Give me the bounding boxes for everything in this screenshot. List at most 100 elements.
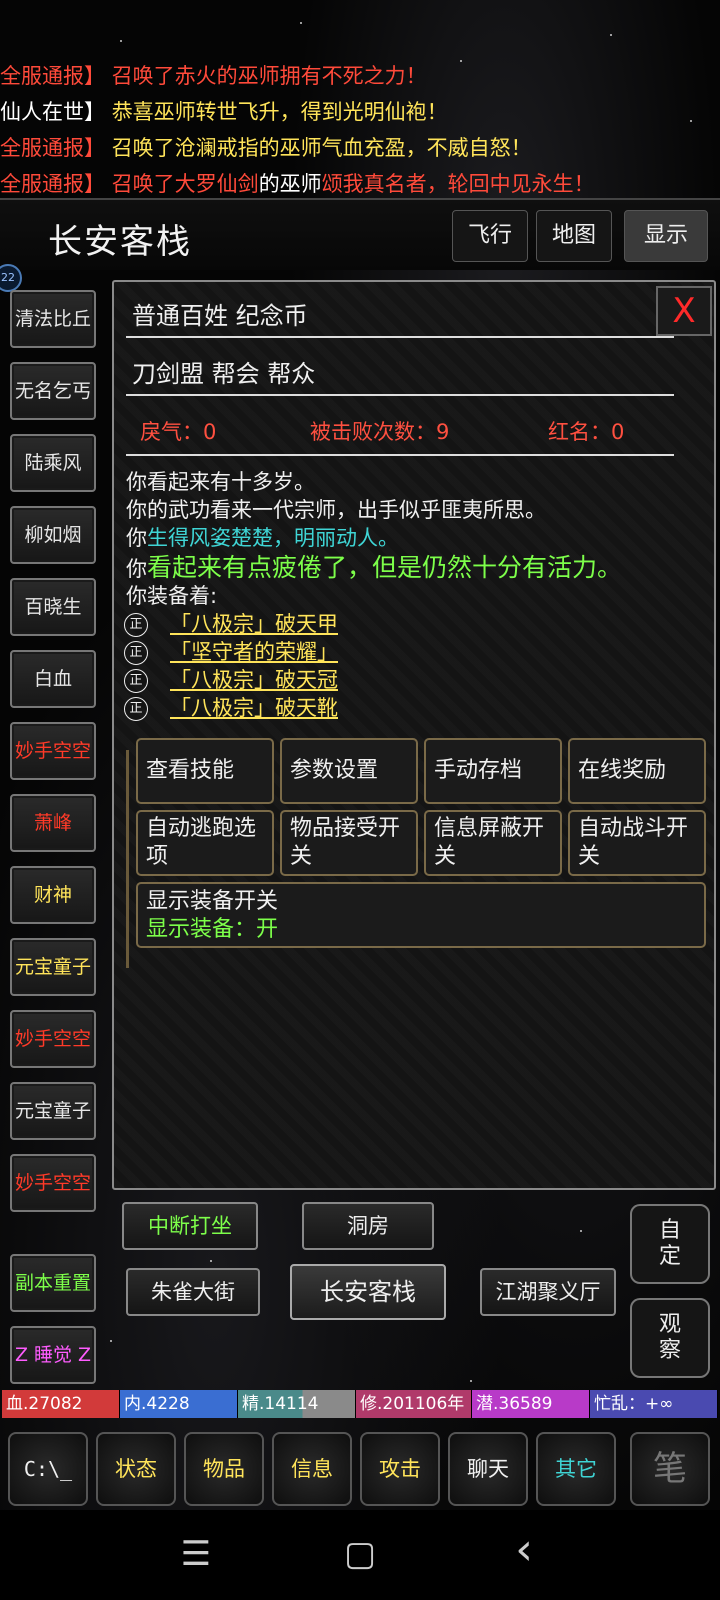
equipment-name[interactable]: 「八极宗」破天靴 — [170, 696, 338, 720]
npc-item[interactable]: 萧峰 — [10, 794, 96, 852]
npc-item[interactable]: 妙手空空 — [10, 1010, 96, 1068]
reset-dungeon-button[interactable]: 副本重置 — [10, 1254, 96, 1312]
item-accept-toggle-button[interactable]: 物品接受开关 — [280, 810, 418, 876]
notice-text: 召唤了大罗仙剑 — [111, 172, 259, 196]
notice-text: 召唤了沧澜戒指的巫师气血充盈，不威自怒！ — [111, 136, 532, 160]
custom-button[interactable]: 自定 — [630, 1204, 710, 1284]
appearance-text: 生得风姿楚楚，明丽动人。 — [147, 526, 399, 550]
npc-item[interactable]: 柳如烟 — [10, 506, 96, 564]
mp-stat: 内.4228 — [120, 1390, 238, 1418]
view-skills-button[interactable]: 查看技能 — [136, 738, 274, 804]
defeat-count-stat: 被击败次数：9 — [310, 420, 450, 444]
bottom-menu: C:\_ 状态 物品 信息 攻击 聊天 其它 笔 — [0, 1428, 720, 1510]
npc-item[interactable]: 清法比丘 — [10, 290, 96, 348]
desc-prefix: 你 — [126, 526, 147, 550]
guild-info: 刀剑盟 帮会 帮众 — [132, 360, 316, 388]
equipment-label: 你装备着: — [126, 584, 218, 608]
exit-west-button[interactable]: 朱雀大街 — [126, 1268, 260, 1316]
broadcast-notices: 全服通报】 召唤了赤火的巫师拥有不死之力！ 仙人在世】 恭喜巫师转世飞升，得到光… — [0, 58, 720, 202]
player-title: 普通百姓 纪念币 — [132, 302, 308, 330]
notice-text: 颂我真名者，轮回中见永生！ — [321, 172, 595, 196]
menu-chat-button[interactable]: 聊天 — [448, 1432, 528, 1506]
custom-label: 自定 — [658, 1218, 681, 1269]
busy-stat: 忙乱：+∞ — [590, 1390, 718, 1418]
fatigue-description: 你看起来有点疲倦了，但是仍然十分有活力。 — [126, 548, 622, 584]
action-grid-frame — [126, 750, 132, 968]
hp-stat: 血.27082 — [2, 1390, 120, 1418]
exit-north-button[interactable]: 洞房 — [302, 1202, 434, 1250]
star — [210, 1260, 212, 1262]
divider — [126, 394, 674, 396]
current-room-button[interactable]: 长安客栈 — [290, 1264, 446, 1320]
star — [470, 1380, 472, 1382]
notice-line: 仙人在世】 恭喜巫师转世飞升，得到光明仙袍！ — [0, 94, 720, 130]
stop-meditation-button[interactable]: 中断打坐 — [122, 1202, 258, 1250]
npc-item[interactable]: 妙手空空 — [10, 1154, 96, 1212]
notice-prefix: 全服通报】 — [0, 172, 105, 196]
npc-item[interactable]: 无名乞丐 — [10, 362, 96, 420]
menu-status-button[interactable]: 状态 — [96, 1432, 176, 1506]
npc-item[interactable]: 陆乘风 — [10, 434, 96, 492]
equipment-item[interactable]: 正「八极宗」破天靴 — [124, 692, 338, 722]
location-header: 长安客栈 飞行 地图 显示 — [0, 198, 720, 270]
equipment-name[interactable]: 「八极宗」破天甲 — [170, 612, 338, 636]
star — [120, 40, 122, 42]
npc-item[interactable]: 财神 — [10, 866, 96, 924]
display-button[interactable]: 显示 — [624, 210, 708, 262]
menu-icon[interactable]: ☰ — [166, 1534, 226, 1574]
equipment-item[interactable]: 正「八极宗」破天冠 — [124, 664, 338, 694]
notice-text: 的巫师 — [258, 172, 322, 196]
age-description: 你看起来有十多岁。 — [126, 470, 315, 494]
equipment-item[interactable]: 正「八极宗」破天甲 — [124, 608, 338, 638]
map-button[interactable]: 地图 — [536, 210, 612, 262]
brush-button[interactable]: 笔 — [630, 1432, 710, 1506]
notice-line: 全服通报】 召唤了大罗仙剑的巫师颂我真名者，轮回中见永生！ — [0, 166, 720, 202]
energy-stat: 精.14114 — [238, 1390, 356, 1418]
equipment-item[interactable]: 正「坚守者的荣耀」 — [124, 636, 338, 666]
star — [610, 34, 612, 36]
observe-button[interactable]: 观察 — [630, 1298, 710, 1378]
toggle-title: 显示装备开关 — [146, 889, 279, 914]
redname-stat: 红名：0 — [548, 420, 625, 444]
close-button[interactable]: X — [656, 286, 712, 336]
menu-attack-button[interactable]: 攻击 — [360, 1432, 440, 1506]
menu-items-button[interactable]: 物品 — [184, 1432, 264, 1506]
location-title: 长安客栈 — [48, 222, 192, 262]
menu-other-button[interactable]: 其它 — [536, 1432, 616, 1506]
home-icon[interactable]: ▢ — [330, 1534, 390, 1574]
star — [580, 1230, 582, 1232]
npc-item[interactable]: 妙手空空 — [10, 722, 96, 780]
equipment-display-toggle[interactable]: 显示装备开关 显示装备：开 — [136, 882, 706, 948]
fly-button[interactable]: 飞行 — [452, 210, 528, 262]
cultivation-stat: 修.201106年 — [356, 1390, 472, 1418]
fatigue-text: 看起来有点疲倦了，但是仍然十分有活力。 — [147, 553, 623, 582]
auto-flee-options-button[interactable]: 自动逃跑选项 — [136, 810, 274, 876]
equipment-name[interactable]: 「八极宗」破天冠 — [170, 668, 338, 692]
console-button[interactable]: C:\_ — [8, 1432, 88, 1506]
equipped-icon: 正 — [124, 613, 148, 637]
back-icon[interactable]: ‹ — [494, 1524, 554, 1575]
equipped-icon: 正 — [124, 697, 148, 721]
notice-line: 全服通报】 召唤了赤火的巫师拥有不死之力！ — [0, 58, 720, 94]
manual-save-button[interactable]: 手动存档 — [424, 738, 562, 804]
exit-east-button[interactable]: 江湖聚义厅 — [480, 1268, 616, 1316]
equipped-icon: 正 — [124, 641, 148, 665]
notice-prefix: 全服通报】 — [0, 136, 105, 160]
online-reward-button[interactable]: 在线奖励 — [568, 738, 706, 804]
menu-info-button[interactable]: 信息 — [272, 1432, 352, 1506]
parameter-settings-button[interactable]: 参数设置 — [280, 738, 418, 804]
message-block-toggle-button[interactable]: 信息屏蔽开关 — [424, 810, 562, 876]
npc-item[interactable]: 元宝童子 — [10, 1082, 96, 1140]
auto-battle-toggle-button[interactable]: 自动战斗开关 — [568, 810, 706, 876]
sleep-button[interactable]: Z 睡觉 Z — [10, 1326, 96, 1384]
aggression-stat: 戾气：0 — [140, 420, 217, 444]
npc-item[interactable]: 百晓生 — [10, 578, 96, 636]
desc-prefix: 你 — [126, 557, 147, 581]
npc-item[interactable]: 白血 — [10, 650, 96, 708]
npc-item[interactable]: 元宝童子 — [10, 938, 96, 996]
system-navigation-bar: ☰ ▢ ‹ — [0, 1510, 720, 1600]
star — [300, 22, 302, 24]
notice-line: 全服通报】 召唤了沧澜戒指的巫师气血充盈，不威自怒！ — [0, 130, 720, 166]
character-info-panel: X 普通百姓 纪念币 刀剑盟 帮会 帮众 戾气：0 被击败次数：9 红名：0 你… — [112, 280, 716, 1190]
equipment-name[interactable]: 「坚守者的荣耀」 — [170, 640, 338, 664]
